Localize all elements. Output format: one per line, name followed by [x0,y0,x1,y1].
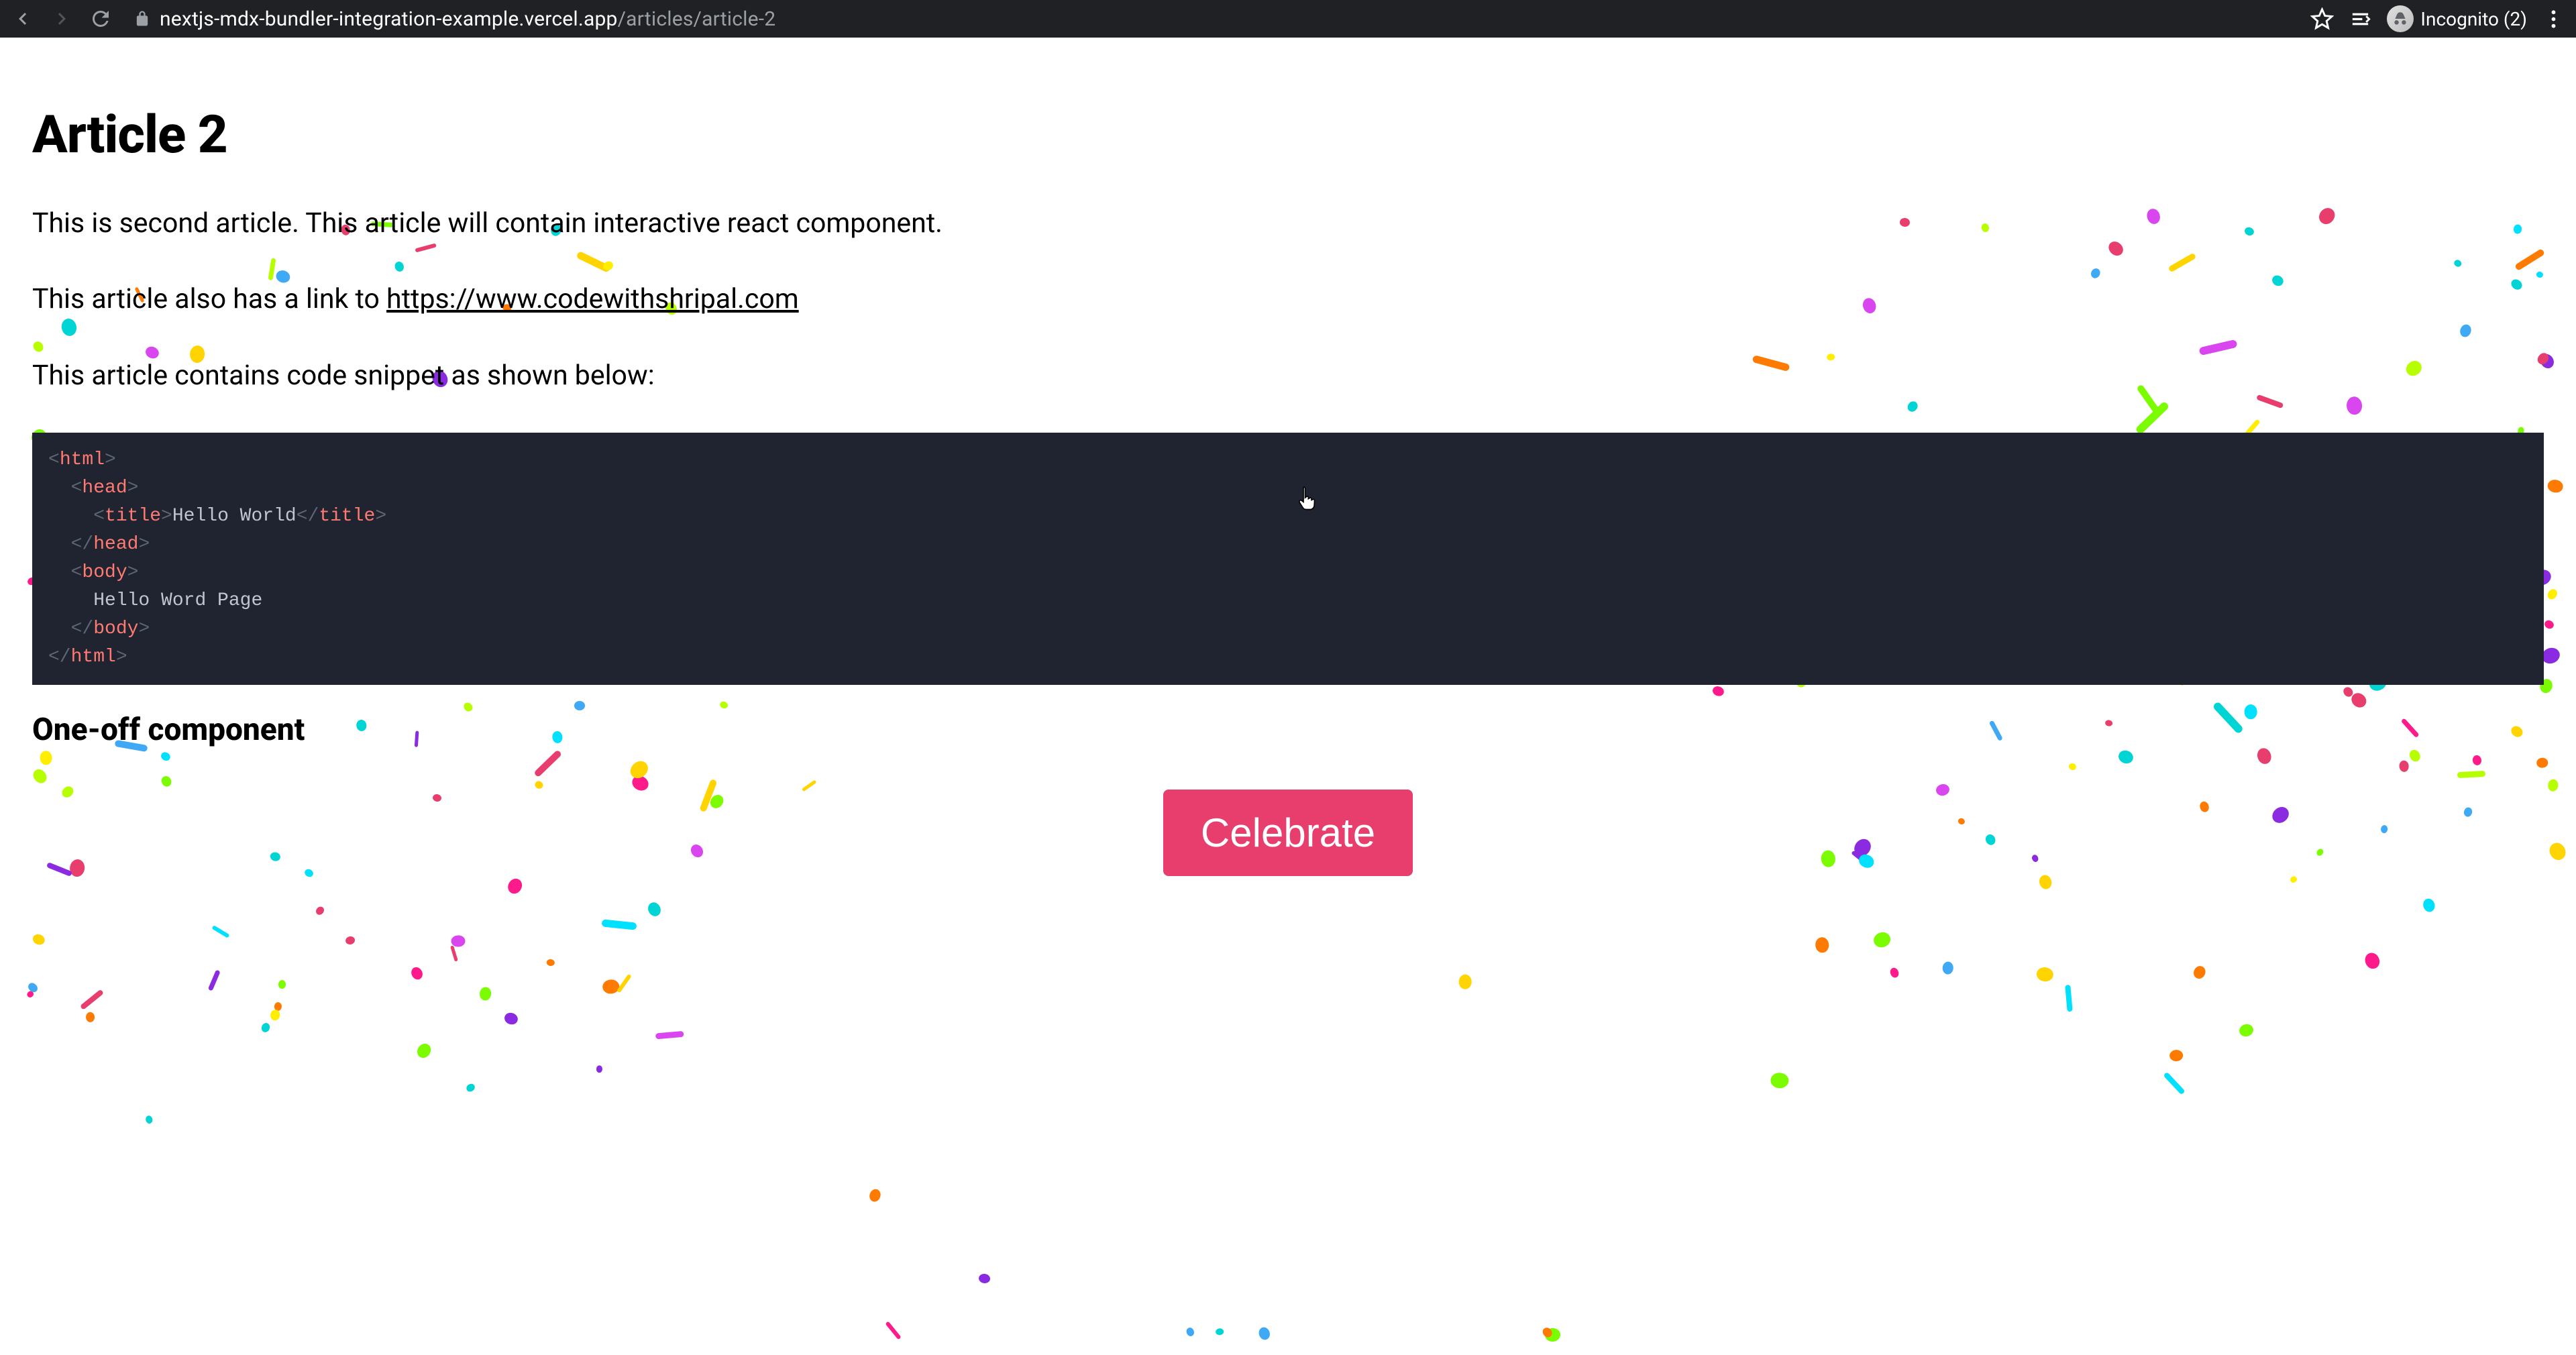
confetti-piece [602,979,620,995]
confetti-piece [26,981,39,993]
confetti-piece [2065,985,2073,1012]
url-domain: nextjs-mdx-bundler-integration-example.v… [160,7,618,31]
code-snippet: <html> <head> <title>Hello World</title>… [32,433,2544,685]
forward-button[interactable] [50,7,74,31]
url-bar[interactable]: nextjs-mdx-bundler-integration-example.v… [126,7,2297,31]
confetti-piece [1872,930,1892,949]
confetti-piece [270,1008,281,1021]
external-link[interactable]: https://www.codewithshripal.com [386,283,799,315]
confetti-piece [1257,1325,1272,1341]
nav-buttons [11,7,113,31]
confetti-piece [2035,966,2053,982]
lock-icon [133,9,152,28]
browser-toolbar: nextjs-mdx-bundler-integration-example.v… [0,0,2576,38]
confetti-piece [1815,937,1829,953]
confetti-piece [145,1115,154,1124]
section-heading: One-off component [32,712,2544,748]
confetti-piece [86,1012,95,1023]
confetti-piece [1541,1326,1554,1340]
reload-button[interactable] [89,7,113,31]
button-wrap: Celebrate [32,776,2544,876]
back-button[interactable] [11,7,35,31]
confetti-piece [409,965,425,981]
confetti-piece [978,1273,991,1284]
kebab-menu-icon[interactable] [2542,7,2565,31]
confetti-piece [885,1321,902,1340]
confetti-piece [208,969,221,991]
confetti-piece [2363,951,2381,971]
confetti-piece [546,959,555,967]
confetti-piece [80,989,105,1010]
bookmark-star-icon[interactable] [2310,7,2334,31]
confetti-piece [602,919,637,930]
url-text: nextjs-mdx-bundler-integration-example.v… [160,7,775,31]
celebrate-button[interactable]: Celebrate [1163,790,1413,876]
confetti-piece [260,1022,271,1033]
confetti-piece [503,1012,519,1026]
confetti-piece [596,1065,602,1073]
toolbar-right: Incognito (2) [2310,5,2565,32]
confetti-piece [1889,967,1900,979]
article-para-2: This article also has a link to https://… [32,280,2544,319]
confetti-piece [1544,1327,1561,1342]
confetti-piece [274,1002,282,1012]
article-para-1: This is second article. This article wil… [32,205,2544,243]
confetti-piece [26,990,36,999]
incognito-label: Incognito (2) [2420,8,2527,30]
confetti-piece [2239,1023,2255,1038]
incognito-badge[interactable]: Incognito (2) [2387,5,2527,32]
article-para-2-prefix: This article also has a link to [32,283,386,315]
reading-list-icon[interactable] [2349,7,2372,31]
article-title: Article 2 [32,105,2544,166]
confetti-piece [1770,1073,1790,1089]
confetti-piece [2163,1072,2186,1095]
confetti-piece [480,987,492,1001]
confetti-piece [450,945,458,961]
confetti-piece [1942,961,1954,975]
article-para-3: This article contains code snippet as sh… [32,357,2544,395]
confetti-piece [32,932,46,946]
confetti-piece [868,1187,883,1203]
confetti-piece [211,925,229,938]
confetti-piece [345,936,356,946]
incognito-icon [2387,5,2414,32]
confetti-piece [451,935,466,947]
confetti-piece [655,1032,684,1040]
article-content: Article 2 This is second article. This a… [0,38,2576,908]
confetti-piece [278,980,286,989]
confetti-piece [1458,974,1471,989]
confetti-piece [1215,1327,1224,1336]
confetti-piece [2192,964,2208,981]
confetti-piece [465,1082,476,1093]
confetti-piece [2169,1050,2184,1062]
confetti-piece [616,974,632,993]
confetti-piece [415,1041,433,1061]
url-path: /articles/article-2 [618,7,776,31]
confetti-piece [1185,1326,1195,1337]
